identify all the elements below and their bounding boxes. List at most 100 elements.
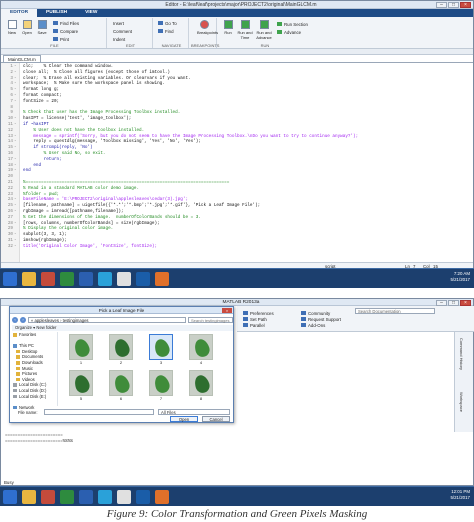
back-arrow-icon[interactable]: ‹ bbox=[12, 316, 18, 323]
tab-workspace[interactable]: Workspace bbox=[459, 392, 464, 412]
open-button[interactable]: Open bbox=[170, 416, 198, 422]
print-button[interactable]: Print bbox=[53, 36, 69, 42]
taskbar-top: 7:20 AM 5/21/2017 bbox=[0, 268, 474, 288]
presentation-icon[interactable] bbox=[41, 490, 55, 504]
addons-button[interactable]: Add-Ons bbox=[301, 322, 325, 328]
leaf-image bbox=[149, 370, 173, 396]
editor-title: Editor - E:\leaf\leaf\projects\major\PRO… bbox=[165, 2, 317, 8]
folder-icon[interactable] bbox=[22, 490, 36, 504]
file-thumbnail[interactable]: 5 bbox=[66, 370, 96, 402]
new-file-icon bbox=[7, 20, 17, 29]
leaf-icon bbox=[72, 337, 92, 359]
spreadsheet-icon[interactable] bbox=[60, 490, 74, 504]
dialog-search-input[interactable]: Search testingimages bbox=[188, 316, 233, 323]
folder-icon bbox=[16, 377, 20, 382]
breakpoints-group-label: BREAKPOINTS bbox=[191, 43, 220, 48]
breakpoints-button[interactable]: Breakpoints bbox=[197, 20, 218, 35]
tab-editor[interactable]: EDITOR bbox=[1, 9, 38, 17]
browser-icon[interactable] bbox=[98, 490, 112, 504]
cancel-button[interactable]: Cancel bbox=[202, 416, 230, 422]
leaf-icon bbox=[192, 373, 212, 395]
ribbon-tabs: EDITOR PUBLISH VIEW bbox=[1, 9, 473, 17]
save-button[interactable]: Save bbox=[35, 20, 49, 35]
browser-icon[interactable] bbox=[98, 272, 112, 286]
run-section-button[interactable]: Run Section bbox=[277, 21, 308, 27]
spreadsheet-icon[interactable] bbox=[60, 272, 74, 286]
leaf-image bbox=[109, 370, 133, 396]
close-button[interactable]: × bbox=[460, 2, 471, 8]
leaf-icon bbox=[72, 373, 92, 395]
file-thumbnail[interactable]: 4 bbox=[186, 334, 216, 366]
find-button[interactable]: Find bbox=[158, 28, 174, 34]
leaf-icon bbox=[112, 373, 132, 395]
comment-button[interactable]: Comment bbox=[113, 28, 132, 34]
parallel-button[interactable]: Parallel bbox=[243, 322, 265, 328]
drive-icon bbox=[13, 394, 17, 399]
file-thumbnail[interactable]: 8 bbox=[186, 370, 216, 402]
goto-button[interactable]: Go To bbox=[158, 20, 177, 26]
code-line[interactable]: 32- title('Original Color Image', 'FontSi… bbox=[1, 244, 473, 250]
gear-icon bbox=[243, 311, 248, 315]
thumbnail-label: 2 bbox=[119, 360, 123, 365]
dialog-close-button[interactable]: × bbox=[222, 308, 232, 313]
parallel-icon bbox=[243, 323, 248, 327]
tab-command-history[interactable]: Command History bbox=[459, 338, 464, 370]
file-type-select[interactable]: All Files bbox=[158, 409, 230, 415]
presentation-icon[interactable] bbox=[41, 272, 55, 286]
code-text: title('Original Color Image', 'FontSize'… bbox=[23, 243, 158, 249]
edit-group-label: EDIT bbox=[125, 43, 136, 48]
maximize-button[interactable]: □ bbox=[448, 2, 459, 8]
word-icon[interactable] bbox=[79, 272, 93, 286]
file-thumbnail[interactable]: 2 bbox=[106, 334, 136, 366]
path-bar bbox=[1, 49, 473, 55]
file-thumbnail[interactable]: 7 bbox=[146, 370, 176, 402]
start-icon[interactable] bbox=[3, 490, 17, 504]
run-and-advance-icon bbox=[259, 20, 269, 29]
file-name-input[interactable] bbox=[44, 409, 154, 415]
chrome-icon[interactable] bbox=[117, 272, 131, 286]
run-and-time-button[interactable]: Run and Time bbox=[237, 20, 253, 40]
word-icon[interactable] bbox=[79, 490, 93, 504]
file-thumbnail[interactable]: 6 bbox=[106, 370, 136, 402]
media-icon[interactable] bbox=[136, 272, 150, 286]
open-button[interactable]: Open bbox=[20, 20, 34, 35]
minimize-button[interactable]: – bbox=[436, 2, 447, 8]
dialog-title: Pick a Leaf Image File bbox=[10, 307, 233, 314]
save-icon bbox=[37, 20, 47, 29]
folder-icon[interactable] bbox=[22, 272, 36, 286]
command-window[interactable]: ======================= ================… bbox=[5, 433, 451, 483]
file-tab[interactable]: MainGLCM.m bbox=[3, 55, 41, 62]
folder-icon bbox=[16, 366, 20, 371]
forward-arrow-icon[interactable]: › bbox=[20, 316, 26, 323]
run-and-advance-button[interactable]: Run and Advance bbox=[255, 20, 273, 40]
support-icon bbox=[301, 317, 306, 321]
tab-publish[interactable]: PUBLISH bbox=[37, 9, 76, 17]
file-thumbnail[interactable]: 1 bbox=[66, 334, 96, 366]
tab-view[interactable]: VIEW bbox=[76, 9, 106, 17]
editor-toolstrip: New Open Save Find Files Compare Print F… bbox=[1, 17, 473, 49]
dialog-nav-pane: Favorites This PC Desktop Documents Download… bbox=[12, 332, 58, 410]
documentation-search-input[interactable]: Search Documentation bbox=[355, 308, 435, 314]
compare-button[interactable]: Compare bbox=[53, 28, 78, 34]
file-group-label: FILE bbox=[50, 43, 59, 48]
find-files-button[interactable]: Find Files bbox=[53, 20, 79, 26]
breakpoint-marker[interactable]: - bbox=[14, 244, 17, 250]
dialog-toolbar[interactable]: Organize ▾ New folder bbox=[12, 325, 233, 331]
matlab-icon[interactable] bbox=[155, 490, 169, 504]
advance-button[interactable]: Advance bbox=[277, 29, 301, 35]
matlab-icon[interactable] bbox=[155, 272, 169, 286]
folder-icon bbox=[16, 361, 20, 365]
edit-group: Insert Comment Indent EDIT bbox=[109, 18, 153, 48]
dialog-address-bar[interactable]: « applesleaves › testingimages bbox=[28, 316, 186, 323]
tray-date: 5/21/2017 bbox=[450, 277, 470, 282]
file-thumbnail[interactable]: 3 bbox=[146, 334, 176, 366]
chrome-icon[interactable] bbox=[117, 490, 131, 504]
insert-button[interactable]: Insert bbox=[113, 20, 124, 26]
media-icon[interactable] bbox=[136, 490, 150, 504]
start-icon[interactable] bbox=[3, 272, 17, 286]
run-button[interactable]: Run bbox=[221, 20, 235, 35]
code-editor[interactable]: 1- clc; % Clear the command window. 2- clos… bbox=[1, 62, 473, 262]
indent-button[interactable]: Indent bbox=[113, 36, 125, 42]
pick-file-dialog: Pick a Leaf Image File × ‹ › « appleslea… bbox=[9, 306, 234, 423]
new-button[interactable]: New bbox=[5, 20, 19, 35]
